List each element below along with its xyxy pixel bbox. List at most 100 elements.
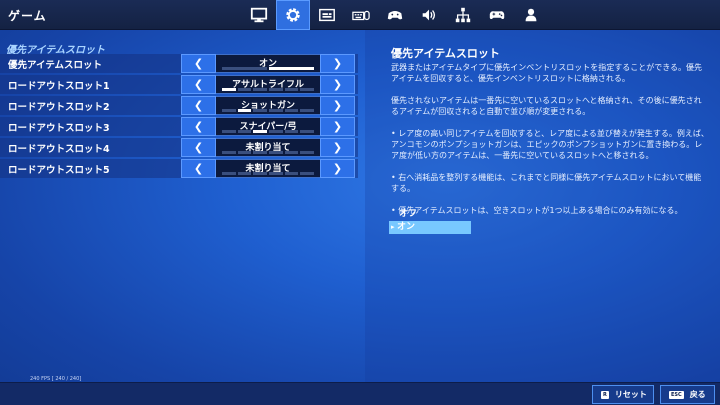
option-segment — [222, 172, 236, 175]
setting-label: 優先アイテムスロット — [8, 60, 103, 71]
reset-button[interactable]: R リセット — [592, 385, 654, 404]
setting-row[interactable]: ロードアウトスロット1 ❮ アサルトライフル ❯ — [0, 75, 358, 94]
option-segment — [269, 130, 283, 133]
tab-network[interactable] — [446, 0, 480, 30]
description-title: 優先アイテムスロット — [391, 47, 500, 60]
account-icon — [525, 8, 537, 22]
option-list: オフ オン — [389, 208, 471, 234]
subtitles-icon — [319, 8, 335, 22]
option-segment — [253, 130, 268, 133]
option-segment — [300, 151, 315, 154]
setting-row[interactable]: ロードアウトスロット2 ❮ ショットガン ❯ — [0, 96, 358, 115]
option-segment — [284, 172, 299, 175]
setting-row[interactable]: ロードアウトスロット5 ❮ 未割り当て ❯ — [0, 159, 358, 178]
tab-video[interactable] — [242, 0, 276, 30]
option-segment — [253, 109, 268, 112]
option-segment — [269, 67, 314, 70]
option-segment — [222, 67, 267, 70]
tab-subtitles[interactable] — [310, 0, 344, 30]
tab-gamepad[interactable] — [480, 0, 514, 30]
option-segment — [284, 130, 299, 133]
description-paragraph: 優先されないアイテムは一番先に空いているスロットへと格納され、その後に優先される… — [391, 96, 702, 116]
option-indicator — [222, 88, 315, 91]
back-button[interactable]: ESC 戻る — [660, 385, 715, 404]
tab-account[interactable] — [514, 0, 548, 30]
option-segment — [222, 130, 236, 133]
option-segment — [253, 88, 268, 91]
top-bar: ゲーム — [0, 0, 720, 30]
next-option-button[interactable]: ❯ — [320, 159, 355, 178]
option-segment — [253, 151, 268, 154]
back-label: 戻る — [689, 390, 706, 399]
setting-label: ロードアウトスロット3 — [8, 123, 110, 134]
option-segment — [237, 109, 252, 112]
settings-tabs — [242, 0, 548, 30]
option-segment — [269, 109, 283, 112]
option-segment — [269, 88, 283, 91]
previous-option-button[interactable]: ❮ — [181, 96, 216, 115]
previous-option-button[interactable]: ❮ — [181, 138, 216, 157]
setting-label: ロードアウトスロット5 — [8, 165, 110, 176]
option-segment — [300, 109, 315, 112]
option-segment — [237, 88, 252, 91]
reset-label: リセット — [614, 390, 647, 399]
tab-game[interactable] — [276, 0, 310, 30]
keyboard-mouse-icon — [352, 10, 370, 21]
controller-settings-icon — [387, 10, 403, 20]
description-paragraph: • 右へ消耗品を整列する機能は、これまでと同様に優先アイテムスロットにおいて機能… — [391, 173, 702, 193]
setting-value: アサルトライフル — [216, 75, 320, 94]
setting-label: ロードアウトスロット1 — [8, 81, 110, 92]
setting-row[interactable]: 優先アイテムスロット ❮ オン ❯ — [0, 54, 358, 73]
tab-keyboard[interactable] — [344, 0, 378, 30]
description-text: 武器またはアイテムタイプに優先インベントリスロットを指定することができる。優先ア… — [391, 62, 709, 227]
reset-key: R — [601, 390, 609, 399]
setting-row[interactable]: ロードアウトスロット3 ❮ スナイパー/弓 ❯ — [0, 117, 358, 136]
tab-audio[interactable] — [412, 0, 446, 30]
settings-panel: 優先アイテムスロット 優先アイテムスロット ❮ オン ❯ ロードアウトスロット1 ❮ アサル… — [0, 30, 365, 382]
setting-label: ロードアウトスロット4 — [8, 144, 110, 155]
option-segment — [222, 109, 236, 112]
option-segment — [222, 151, 236, 154]
speaker-icon — [422, 9, 436, 21]
setting-label: ロードアウトスロット2 — [8, 102, 110, 113]
option-indicator — [222, 67, 314, 70]
back-key: ESC — [669, 390, 684, 399]
option-segment — [237, 130, 252, 133]
option-off[interactable]: オフ — [389, 208, 471, 221]
gamepad-icon — [489, 11, 505, 20]
option-indicator — [222, 151, 315, 154]
setting-value: スナイパー/弓 — [216, 117, 320, 136]
description-paragraph: 武器またはアイテムタイプに優先インベントリスロットを指定することができる。優先ア… — [391, 63, 703, 83]
next-option-button[interactable]: ❯ — [320, 96, 355, 115]
previous-option-button[interactable]: ❮ — [181, 117, 216, 136]
option-segment — [237, 172, 252, 175]
setting-row[interactable]: ロードアウトスロット4 ❮ 未割り当て ❯ — [0, 138, 358, 157]
option-segment — [222, 88, 236, 91]
gear-icon — [286, 8, 300, 22]
option-segment — [284, 151, 299, 154]
setting-value: 未割り当て — [216, 159, 320, 178]
option-segment — [237, 151, 252, 154]
description-paragraph: • レア度の高い同じアイテムを回収すると、レア度による並び替えが発生する。例えば… — [391, 129, 709, 160]
tab-controller[interactable] — [378, 0, 412, 30]
page-title: ゲーム — [8, 9, 47, 23]
option-segment — [300, 172, 315, 175]
next-option-button[interactable]: ❯ — [320, 75, 355, 94]
option-segment — [269, 151, 283, 154]
option-segment — [284, 109, 299, 112]
option-indicator — [222, 130, 315, 133]
previous-option-button[interactable]: ❮ — [181, 159, 216, 178]
next-option-button[interactable]: ❯ — [320, 54, 355, 73]
option-indicator — [222, 109, 315, 112]
option-segment — [300, 88, 315, 91]
setting-value: 未割り当て — [216, 138, 320, 157]
option-segment — [269, 172, 283, 175]
next-option-button[interactable]: ❯ — [320, 117, 355, 136]
next-option-button[interactable]: ❯ — [320, 138, 355, 157]
setting-value: ショットガン — [216, 96, 320, 115]
option-indicator — [222, 172, 315, 175]
option-on[interactable]: オン — [389, 221, 471, 234]
previous-option-button[interactable]: ❮ — [181, 75, 216, 94]
previous-option-button[interactable]: ❮ — [181, 54, 216, 73]
description-panel: 優先アイテムスロット 武器またはアイテムタイプに優先インベントリスロットを指定す… — [365, 30, 720, 382]
